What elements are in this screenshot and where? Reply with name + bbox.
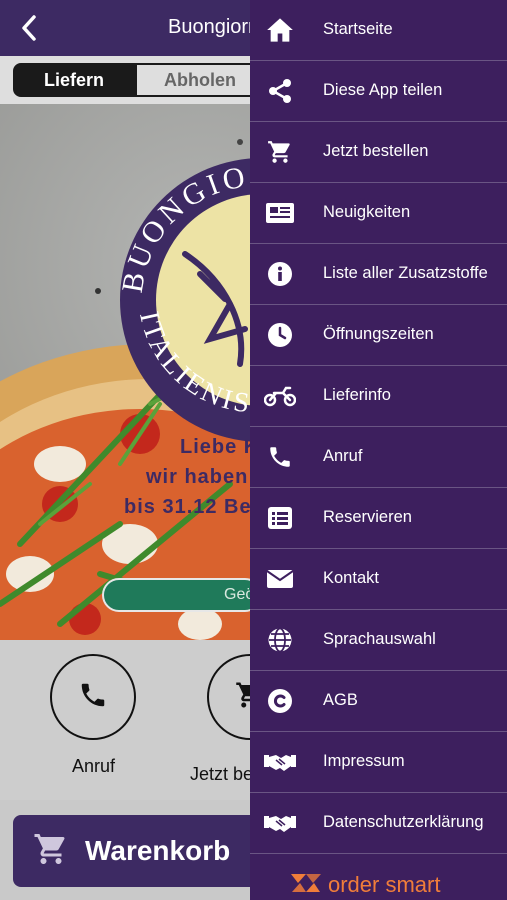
call-action-button[interactable] <box>50 654 136 740</box>
menu-item-startseite[interactable]: Startseite <box>250 0 507 61</box>
clock-icon <box>264 321 296 349</box>
menu-item-share[interactable]: Diese App teilen <box>250 61 507 122</box>
menu-item-label: Öffnungszeiten <box>323 325 434 343</box>
news-icon <box>264 199 296 227</box>
tab-abholen[interactable]: Abholen <box>135 63 265 97</box>
menu-item-privacy[interactable]: Datenschutzerklärung <box>250 793 507 854</box>
menu-item-reserve[interactable]: Reservieren <box>250 488 507 549</box>
list-icon <box>264 504 296 532</box>
home-icon <box>264 16 296 44</box>
cart-label: Warenkorb <box>85 835 231 866</box>
menu-item-label: AGB <box>323 691 358 709</box>
call-action-label: Anruf <box>72 756 116 776</box>
menu-item-label: Neuigkeiten <box>323 203 411 221</box>
menu-item-order[interactable]: Jetzt bestellen <box>250 122 507 183</box>
menu-item-label: Liste aller Zusatzstoffe <box>323 264 488 282</box>
info-icon <box>264 260 296 288</box>
menu-item-label: Kontakt <box>323 569 379 587</box>
globe-icon <box>264 626 296 654</box>
phone-icon <box>264 443 296 471</box>
handshake-icon <box>264 809 296 837</box>
handshake-icon <box>264 748 296 776</box>
app-screen: Buongiorno Liefern Abholen BUONGIO ITALI… <box>0 0 507 900</box>
menu-item-label: Datenschutzerklärung <box>323 813 484 831</box>
cart-icon <box>264 138 296 166</box>
order-smart-logo: order smart <box>290 872 440 898</box>
menu-item-language[interactable]: Sprachauswahl <box>250 610 507 671</box>
order-smart-mark-icon <box>290 873 322 898</box>
menu-item-opening-hours[interactable]: Öffnungszeiten <box>250 305 507 366</box>
cart-icon <box>33 831 69 872</box>
footer-brand: order smart <box>328 872 441 897</box>
copyright-icon <box>264 687 296 715</box>
menu-item-label: Startseite <box>323 20 393 38</box>
envelope-icon <box>264 565 296 593</box>
menu-item-label: Reservieren <box>323 508 412 526</box>
menu-item-label: Jetzt bestellen <box>323 142 429 160</box>
menu-item-label: Lieferinfo <box>323 386 391 404</box>
menu-item-label: Sprachauswahl <box>323 630 436 648</box>
phone-icon <box>78 680 108 715</box>
tab-liefern[interactable]: Liefern <box>13 63 135 97</box>
menu-item-imprint[interactable]: Impressum <box>250 732 507 793</box>
motorcycle-icon <box>264 382 296 410</box>
menu-item-terms[interactable]: AGB <box>250 671 507 732</box>
menu-item-label: Anruf <box>323 447 363 465</box>
menu-item-news[interactable]: Neuigkeiten <box>250 183 507 244</box>
navigation-drawer: Startseite Diese App teilen Jetzt bestel… <box>250 0 507 900</box>
menu-item-call[interactable]: Anruf <box>250 427 507 488</box>
menu-item-contact[interactable]: Kontakt <box>250 549 507 610</box>
menu-item-label: Diese App teilen <box>323 81 443 99</box>
menu-item-label: Impressum <box>323 752 405 770</box>
chevron-left-icon[interactable] <box>18 14 40 42</box>
menu-item-delivery-info[interactable]: Lieferinfo <box>250 366 507 427</box>
share-icon <box>264 77 296 105</box>
divider <box>250 853 507 854</box>
opening-status-button[interactable]: Geöffnet <box>102 578 262 612</box>
menu-item-additives[interactable]: Liste aller Zusatzstoffe <box>250 244 507 305</box>
